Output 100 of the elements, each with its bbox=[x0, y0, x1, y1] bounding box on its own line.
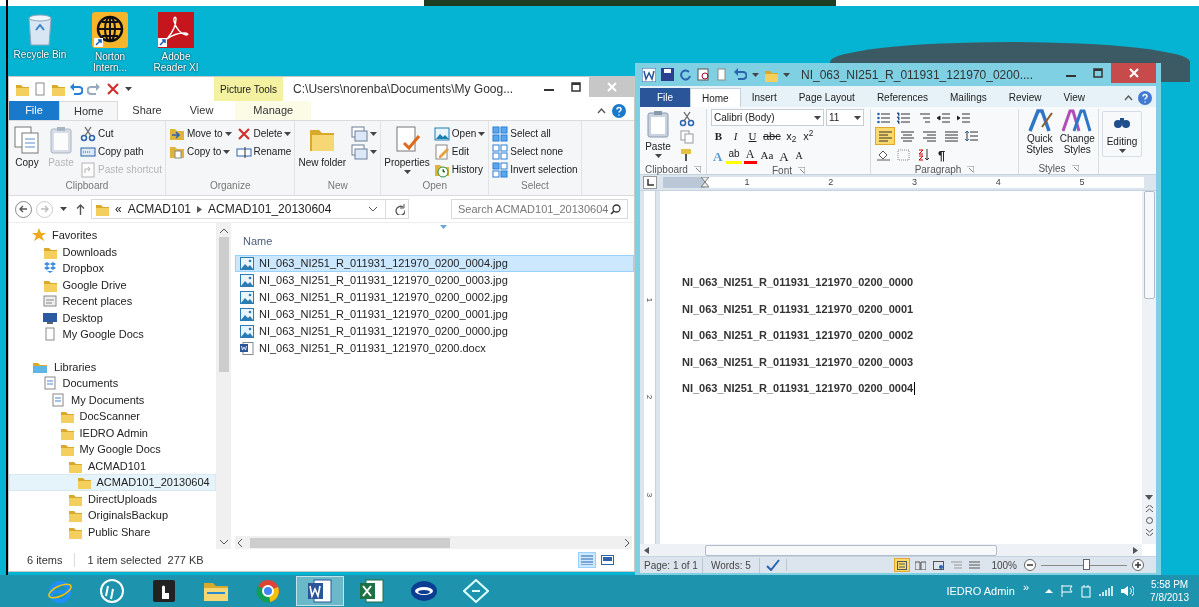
group-label: Paragraph bbox=[914, 162, 962, 177]
shortcut-label: Norton Intern... bbox=[92, 51, 128, 73]
horizontal-ruler[interactable]: 1 2 3 4 5 bbox=[663, 177, 1144, 188]
ribbon-button[interactable]: Rename bbox=[234, 143, 293, 160]
address-bar[interactable]: « ACMAD101 ACMAD101_20130604 bbox=[91, 199, 409, 219]
group-label: Font bbox=[772, 163, 792, 178]
font-button[interactable]: A bbox=[743, 147, 757, 164]
window-title: C:\Users\norenba\Documents\My Goog... bbox=[293, 81, 514, 98]
group-label: Open bbox=[421, 179, 448, 193]
document-text-line: NI_063_NI251_R_011931_121970_0200_0003 bbox=[682, 355, 915, 369]
editing-button[interactable]: Editing bbox=[1102, 111, 1142, 157]
ribbon-tab[interactable]: Home bbox=[59, 101, 119, 120]
paste-button[interactable]: Paste bbox=[643, 109, 673, 163]
word-count[interactable]: Words: 5 bbox=[702, 557, 760, 573]
ribbon-tab[interactable]: View bbox=[1052, 88, 1096, 107]
font-name-field[interactable]: Calibri (Body) bbox=[711, 109, 824, 126]
ribbon-tab[interactable]: Insert bbox=[740, 88, 788, 107]
format-button[interactable]: x$_{2}$ bbox=[783, 128, 799, 145]
ribbon-button[interactable]: Select all bbox=[491, 125, 579, 142]
ribbon-button[interactable]: Cut bbox=[79, 125, 163, 142]
vertical-ruler[interactable]: 1 2 3 bbox=[644, 191, 656, 544]
tree-item[interactable]: My Documents bbox=[9, 391, 216, 408]
font-button[interactable]: A bbox=[792, 147, 806, 164]
clock-time[interactable]: 5:58 PM bbox=[1150, 578, 1189, 591]
tree-item[interactable]: Desktop bbox=[9, 309, 216, 326]
ribbon-button[interactable]: Copy path bbox=[79, 143, 163, 160]
contextual-tab-header: Picture Tools bbox=[214, 77, 284, 101]
font-button[interactable]: Aa bbox=[758, 147, 776, 164]
tree-item[interactable]: Public Share bbox=[9, 523, 216, 540]
ribbon-button[interactable]: Properties bbox=[383, 125, 431, 178]
toolbar-overflow-button[interactable]: » bbox=[1022, 578, 1030, 596]
group-label: Clipboard bbox=[645, 162, 688, 177]
zoom-level[interactable]: 100% bbox=[991, 557, 1017, 573]
ruler-number: 1 bbox=[744, 178, 750, 187]
ribbon-button[interactable]: Select none bbox=[491, 143, 579, 160]
ribbon-tab[interactable]: View bbox=[175, 101, 228, 120]
font-button[interactable]: A bbox=[777, 147, 791, 164]
styles-button[interactable]: Change Styles bbox=[1059, 109, 1095, 162]
file-row[interactable]: NI_063_NI251_R_011931_121970_0200_0004.jpg bbox=[235, 255, 634, 272]
tree-item[interactable]: DocScanner bbox=[9, 408, 216, 425]
tree-item[interactable]: Dropbox bbox=[9, 260, 216, 277]
tree-item[interactable]: IEDRO Admin bbox=[9, 424, 216, 441]
ribbon-tab[interactable]: Page Layout bbox=[787, 88, 866, 107]
group-label: Select bbox=[520, 179, 550, 193]
show-formatting-button[interactable]: ¶ bbox=[935, 146, 949, 163]
file-row[interactable]: NI_063_NI251_R_011931_121970_0200_0000.jpg bbox=[235, 323, 634, 340]
tree-item[interactable]: OriginalsBackup bbox=[9, 507, 216, 524]
file-row[interactable]: NI_063_NI251_R_011931_121970_0200_0003.jpg bbox=[235, 272, 634, 289]
breadcrumb-item[interactable]: ACMAD101 bbox=[127, 200, 192, 218]
ribbon-button[interactable]: Copy bbox=[11, 125, 43, 178]
format-button[interactable]: B bbox=[711, 128, 726, 145]
ribbon-tab[interactable]: Manage bbox=[235, 101, 312, 120]
ribbon-tab[interactable]: File bbox=[640, 88, 690, 107]
search-field[interactable]: Search ACMAD101_20130604 bbox=[451, 199, 628, 219]
ribbon-button[interactable]: New folder bbox=[297, 125, 348, 178]
font-button[interactable]: ab bbox=[726, 147, 742, 164]
status-text: 6 items bbox=[27, 552, 63, 568]
format-button[interactable]: x$^{2}$ bbox=[800, 128, 816, 145]
tree-item[interactable]: Downloads bbox=[9, 243, 216, 260]
ruler-number: 1 bbox=[644, 297, 656, 303]
ribbon-tab[interactable]: File bbox=[9, 101, 59, 120]
format-button[interactable]: U bbox=[745, 128, 760, 145]
tree-item[interactable]: Libraries bbox=[9, 358, 216, 375]
tree-item[interactable]: My Google Docs bbox=[9, 441, 216, 458]
column-header[interactable]: Name bbox=[243, 232, 273, 249]
group-label: Styles bbox=[1038, 161, 1066, 176]
file-row[interactable]: NI_063_NI251_R_011931_121970_0200_0001.jpg bbox=[235, 306, 634, 323]
tree-item[interactable]: ACMAD101 bbox=[9, 457, 216, 474]
tree-item[interactable]: ACMAD101_20130604 bbox=[9, 474, 216, 491]
ribbon-button[interactable]: History bbox=[432, 161, 487, 178]
tree-item[interactable]: My Google Docs bbox=[9, 326, 216, 343]
ribbon-button[interactable]: Copy to bbox=[167, 143, 233, 160]
tree-item[interactable]: DirectUploads bbox=[9, 490, 216, 507]
breadcrumb-overflow[interactable]: « bbox=[115, 200, 122, 218]
breadcrumb-item[interactable]: ACMAD101_20130604 bbox=[208, 200, 332, 218]
format-button[interactable]: I bbox=[728, 128, 743, 145]
document-text-line: NI_063_NI251_R_011931_121970_0200_0000 bbox=[682, 276, 915, 289]
ribbon-button[interactable]: Edit bbox=[432, 143, 487, 160]
ribbon-button[interactable]: Invert selection bbox=[491, 161, 579, 178]
clock-date[interactable]: 7/8/2013 bbox=[1150, 591, 1189, 604]
page-count[interactable]: Page: 1 of 1 bbox=[640, 557, 703, 573]
ribbon-button[interactable]: Open bbox=[432, 125, 487, 142]
format-button[interactable]: abc bbox=[762, 128, 782, 145]
ribbon-button[interactable]: Move to bbox=[167, 125, 233, 142]
ribbon-tab[interactable]: Mailings bbox=[939, 88, 998, 107]
tree-item[interactable]: Google Drive bbox=[9, 276, 216, 293]
toolbar-label[interactable]: IEDRO Admin bbox=[946, 582, 1015, 600]
font-size-field[interactable]: 11 bbox=[826, 109, 864, 126]
ribbon-tab[interactable]: Share bbox=[118, 101, 176, 120]
file-row[interactable]: NI_063_NI251_R_011931_121970_0200.docx bbox=[235, 340, 634, 357]
ruler-number: 2 bbox=[828, 178, 834, 187]
ribbon-tab[interactable]: Home bbox=[690, 88, 741, 107]
ribbon-tab[interactable]: Review bbox=[997, 88, 1053, 107]
tree-item[interactable]: Favorites bbox=[9, 227, 216, 244]
tree-item[interactable]: Recent places bbox=[9, 293, 216, 310]
styles-button[interactable]: Quick Styles bbox=[1022, 109, 1058, 162]
ribbon-button[interactable]: Delete bbox=[234, 125, 293, 142]
file-row[interactable]: NI_063_NI251_R_011931_121970_0200_0002.jpg bbox=[235, 289, 634, 306]
ribbon-tab[interactable]: References bbox=[865, 88, 939, 107]
tree-item[interactable]: Documents bbox=[9, 375, 216, 392]
